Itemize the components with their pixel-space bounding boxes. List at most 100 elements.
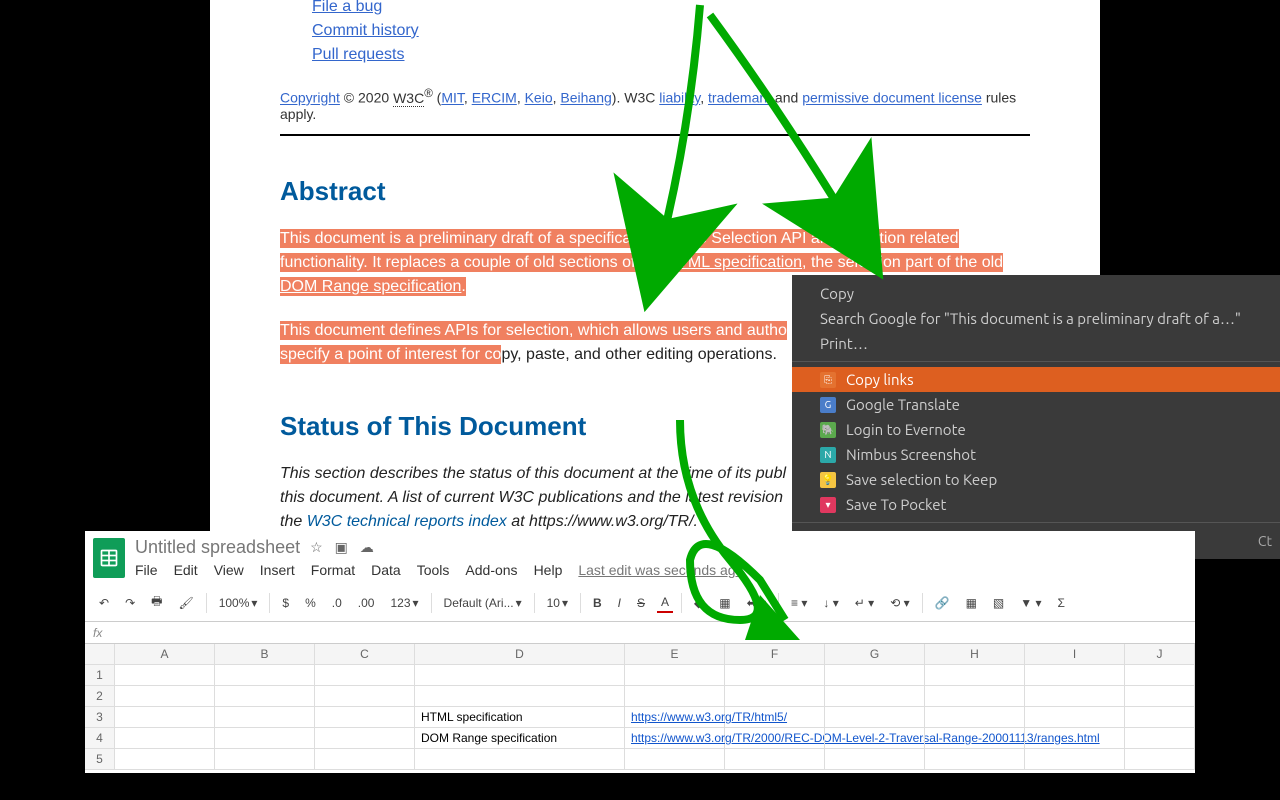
cell[interactable]: [925, 728, 1025, 749]
cell[interactable]: HTML specification: [415, 707, 625, 728]
mit-link[interactable]: MIT: [441, 90, 464, 106]
cell[interactable]: [725, 728, 825, 749]
col-header[interactable]: G: [825, 644, 925, 665]
menu-format[interactable]: Format: [311, 562, 355, 578]
fill-color-icon[interactable]: ◆: [690, 594, 707, 612]
menu-addons[interactable]: Add-ons: [465, 562, 517, 578]
functions-icon[interactable]: Σ: [1053, 594, 1068, 612]
corner-cell[interactable]: [85, 644, 115, 665]
cell[interactable]: [725, 749, 825, 770]
cell[interactable]: [925, 686, 1025, 707]
copyright-link[interactable]: Copyright: [280, 90, 340, 106]
cell[interactable]: [315, 686, 415, 707]
cell[interactable]: [1025, 749, 1125, 770]
cell[interactable]: [315, 749, 415, 770]
h-align-icon[interactable]: ≡ ▾: [787, 594, 811, 612]
v-align-icon[interactable]: ↓ ▾: [819, 594, 842, 612]
menu-copy[interactable]: Copy: [792, 281, 1280, 306]
menu-ext-1[interactable]: GGoogle Translate: [792, 392, 1280, 417]
menu-ext-0[interactable]: ⎘Copy links: [792, 367, 1280, 392]
cell[interactable]: [1125, 728, 1195, 749]
cell[interactable]: [825, 728, 925, 749]
font-size-select[interactable]: 10 ▾: [543, 594, 572, 612]
rotate-icon[interactable]: ⟲ ▾: [886, 594, 913, 612]
liability-link[interactable]: liability: [659, 90, 700, 106]
cell[interactable]: [115, 707, 215, 728]
cell[interactable]: [315, 707, 415, 728]
col-header[interactable]: H: [925, 644, 1025, 665]
col-header[interactable]: C: [315, 644, 415, 665]
row-header[interactable]: 4: [85, 728, 115, 749]
text-color-icon[interactable]: A: [657, 593, 673, 613]
beihang-link[interactable]: Beihang: [560, 90, 611, 106]
menu-edit[interactable]: Edit: [174, 562, 198, 578]
cell[interactable]: [1025, 686, 1125, 707]
cell[interactable]: [415, 749, 625, 770]
cell[interactable]: https://www.w3.org/TR/html5/: [625, 707, 725, 728]
cloud-icon[interactable]: ☁: [360, 539, 374, 556]
trademark-link[interactable]: trademark: [708, 90, 771, 106]
menu-view[interactable]: View: [214, 562, 244, 578]
cell[interactable]: [1125, 749, 1195, 770]
cell[interactable]: [315, 728, 415, 749]
undo-icon[interactable]: ↶: [95, 594, 113, 612]
menu-insert[interactable]: Insert: [260, 562, 295, 578]
cell[interactable]: [115, 686, 215, 707]
col-header[interactable]: J: [1125, 644, 1195, 665]
cell[interactable]: [825, 707, 925, 728]
chart-icon[interactable]: ▧: [989, 594, 1008, 612]
cell[interactable]: [625, 686, 725, 707]
cell[interactable]: [115, 665, 215, 686]
menu-help[interactable]: Help: [534, 562, 563, 578]
cell[interactable]: [415, 686, 625, 707]
link-file-bug[interactable]: File a bug: [312, 0, 382, 19]
cell[interactable]: [1125, 707, 1195, 728]
font-select[interactable]: Default (Ari... ▾: [440, 594, 526, 612]
move-icon[interactable]: ▣: [335, 539, 348, 556]
cell[interactable]: [115, 749, 215, 770]
paint-format-icon[interactable]: 🖌: [174, 594, 197, 612]
cell[interactable]: [215, 686, 315, 707]
col-header[interactable]: D: [415, 644, 625, 665]
cell[interactable]: [625, 749, 725, 770]
cell[interactable]: [825, 749, 925, 770]
strike-icon[interactable]: S: [633, 594, 649, 612]
cell[interactable]: [725, 707, 825, 728]
borders-icon[interactable]: ▦: [715, 594, 734, 612]
cell[interactable]: [1025, 707, 1125, 728]
col-header[interactable]: F: [725, 644, 825, 665]
col-header[interactable]: B: [215, 644, 315, 665]
row-header[interactable]: 5: [85, 749, 115, 770]
cell[interactable]: [215, 728, 315, 749]
cell[interactable]: [825, 686, 925, 707]
link-icon[interactable]: 🔗: [931, 594, 954, 612]
formula-bar[interactable]: fx: [85, 622, 1195, 644]
percent-icon[interactable]: %: [301, 594, 320, 612]
cell[interactable]: [925, 749, 1025, 770]
ercim-link[interactable]: ERCIM: [472, 90, 517, 106]
increase-decimal-icon[interactable]: .00: [354, 594, 379, 612]
menu-print[interactable]: Print…: [792, 331, 1280, 356]
cell[interactable]: [925, 665, 1025, 686]
permissive-link[interactable]: permissive document license: [802, 90, 982, 106]
row-header[interactable]: 3: [85, 707, 115, 728]
decrease-decimal-icon[interactable]: .0: [328, 594, 346, 612]
menu-search-google[interactable]: Search Google for "This document is a pr…: [792, 306, 1280, 331]
menu-ext-5[interactable]: ▾Save To Pocket: [792, 492, 1280, 517]
print-icon[interactable]: 🖶: [147, 590, 166, 615]
cell[interactable]: [415, 665, 625, 686]
merge-cells-icon[interactable]: ⬌ ▾: [743, 594, 770, 612]
menu-ext-3[interactable]: NNimbus Screenshot: [792, 442, 1280, 467]
row-header[interactable]: 2: [85, 686, 115, 707]
link-pull-requests[interactable]: Pull requests: [312, 43, 405, 67]
cell[interactable]: DOM Range specification: [415, 728, 625, 749]
cell[interactable]: [825, 665, 925, 686]
italic-icon[interactable]: I: [614, 594, 625, 612]
cell[interactable]: [215, 707, 315, 728]
cell[interactable]: [315, 665, 415, 686]
cell[interactable]: [1125, 686, 1195, 707]
sheets-title[interactable]: Untitled spreadsheet: [135, 537, 300, 558]
cell[interactable]: [1025, 665, 1125, 686]
cell[interactable]: [115, 728, 215, 749]
row-header[interactable]: 1: [85, 665, 115, 686]
